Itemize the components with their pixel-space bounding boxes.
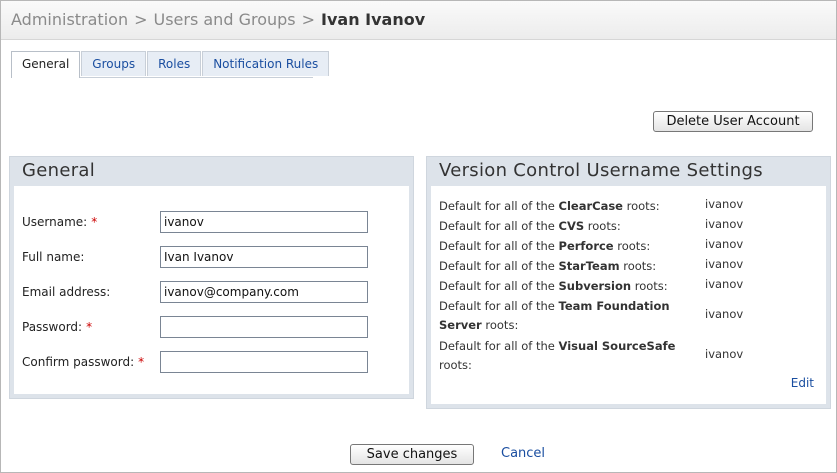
tab-bar: General Groups Roles Notification Rules: [11, 51, 330, 78]
email-input[interactable]: [160, 281, 368, 303]
full-name-input[interactable]: [160, 246, 368, 268]
required-marker: *: [86, 320, 93, 334]
email-label: Email address:: [22, 285, 111, 299]
required-marker: *: [138, 355, 145, 369]
confirm-password-input[interactable]: [160, 351, 368, 373]
vcs-value: ivanov: [705, 237, 744, 251]
password-input[interactable]: [160, 316, 368, 338]
breadcrumb-administration[interactable]: Administration: [11, 10, 128, 29]
breadcrumb-current-user: Ivan Ivanov: [321, 10, 426, 29]
vcs-username-panel: Version Control Username Settings Defaul…: [426, 156, 831, 409]
vcs-value: ivanov: [705, 217, 744, 231]
general-panel-body: Username:* Full name: Email address: Pas…: [14, 186, 409, 394]
required-marker: *: [91, 215, 98, 229]
vcs-panel-body: Default for all of the ClearCase roots: …: [431, 186, 826, 404]
tab-general[interactable]: General: [11, 51, 81, 78]
tab-notification-rules[interactable]: Notification Rules: [202, 51, 330, 76]
vcs-value: ivanov: [705, 197, 744, 211]
vcs-value: ivanov: [705, 257, 744, 271]
vcs-value: ivanov: [705, 307, 744, 321]
tab-groups[interactable]: Groups: [81, 51, 147, 76]
cancel-link[interactable]: Cancel: [501, 446, 545, 461]
username-input[interactable]: [160, 211, 368, 233]
breadcrumb-users-and-groups[interactable]: Users and Groups: [153, 10, 295, 29]
full-name-label: Full name:: [22, 250, 85, 264]
breadcrumb-separator: >: [301, 10, 316, 29]
breadcrumb: Administration > Users and Groups > Ivan Iva…: [11, 10, 425, 29]
general-panel-title: General: [22, 160, 96, 181]
vcs-value: ivanov: [705, 347, 744, 361]
confirm-password-label: Confirm password: *: [22, 355, 145, 369]
page-header: Administration > Users and Groups > Ivan Iva…: [1, 1, 836, 40]
general-panel: General Username:* Full name: Email addr…: [9, 156, 414, 399]
edit-vcs-settings-link[interactable]: Edit: [791, 376, 814, 390]
tab-roles[interactable]: Roles: [147, 51, 202, 76]
delete-user-account-button[interactable]: Delete User Account: [653, 111, 813, 132]
save-changes-button[interactable]: Save changes: [350, 444, 474, 465]
username-label: Username: *: [22, 215, 98, 229]
vcs-panel-title: Version Control Username Settings: [439, 160, 763, 181]
page-frame: Administration > Users and Groups > Ivan Iva…: [0, 0, 837, 473]
vcs-value: ivanov: [705, 277, 744, 291]
password-label: Password: *: [22, 320, 93, 334]
breadcrumb-separator: >: [134, 10, 148, 29]
